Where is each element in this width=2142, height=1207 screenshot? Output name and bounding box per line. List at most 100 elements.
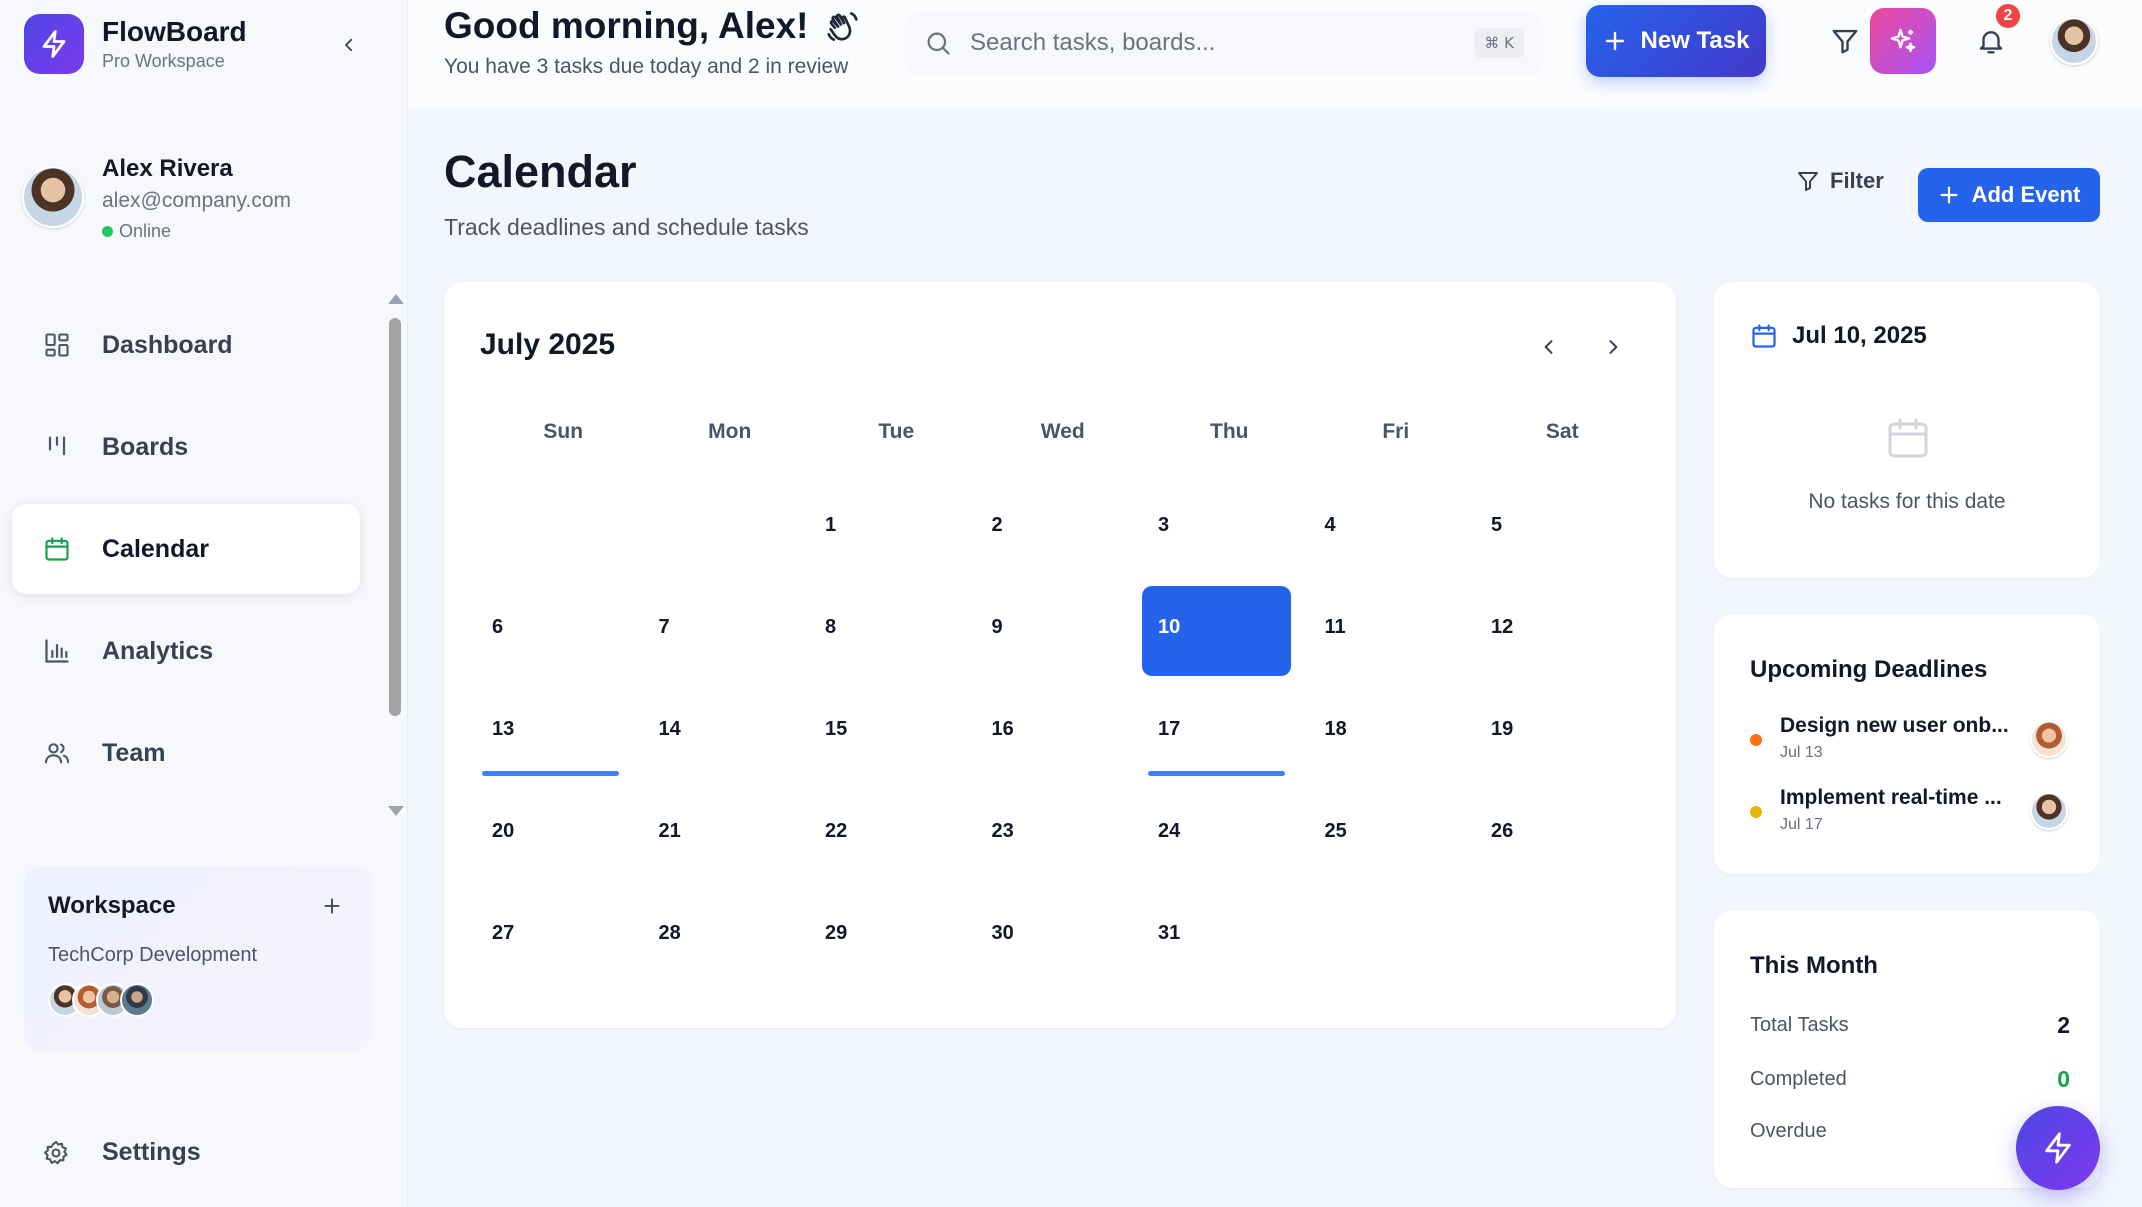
day-cell[interactable]: 27 bbox=[476, 890, 639, 984]
weekday-label: Thu bbox=[1210, 420, 1249, 443]
day-cell[interactable]: 20 bbox=[476, 788, 639, 882]
chevron-right-icon bbox=[1609, 340, 1618, 354]
add-workspace-button[interactable] bbox=[318, 892, 346, 920]
day-cell[interactable]: 21 bbox=[643, 788, 806, 882]
header-filter-button[interactable] bbox=[1812, 8, 1878, 74]
day-number: 25 bbox=[1324, 820, 1347, 842]
sidebar-scrollbar[interactable] bbox=[389, 318, 401, 716]
day-cell[interactable]: 26 bbox=[1475, 788, 1638, 882]
sidebar-item-settings[interactable]: Settings bbox=[42, 1138, 201, 1167]
day-cell[interactable]: 6 bbox=[476, 584, 639, 678]
search-bar[interactable]: ⌘ K bbox=[904, 12, 1544, 74]
day-cell[interactable]: 4 bbox=[1309, 482, 1472, 576]
collapse-sidebar-button[interactable] bbox=[334, 30, 364, 60]
priority-dot bbox=[1750, 734, 1762, 746]
day-number: 16 bbox=[991, 718, 1014, 740]
deadline-date: Jul 17 bbox=[1780, 816, 1823, 833]
search-shortcut-badge: ⌘ K bbox=[1474, 28, 1524, 58]
day-cell[interactable]: 12 bbox=[1475, 584, 1638, 678]
deadline-item[interactable]: Design new user onb... Jul 13 bbox=[1750, 714, 2070, 770]
day-number: 7 bbox=[658, 616, 670, 638]
sidebar-item-team[interactable]: Team bbox=[12, 708, 360, 798]
day-cell[interactable]: 31 bbox=[1142, 890, 1305, 984]
settings-label: Settings bbox=[102, 1138, 201, 1166]
sidebar-item-dashboard[interactable]: Dashboard bbox=[12, 300, 360, 390]
sidebar-item-boards[interactable]: Boards bbox=[12, 402, 360, 492]
day-number: 11 bbox=[1324, 616, 1346, 638]
workspace-members[interactable] bbox=[48, 983, 348, 1017]
day-cell[interactable]: 22 bbox=[809, 788, 972, 882]
calendar-icon bbox=[42, 534, 72, 564]
avatar bbox=[120, 983, 154, 1017]
day-cell[interactable]: 15 bbox=[809, 686, 972, 780]
day-cell[interactable]: 7 bbox=[643, 584, 806, 678]
user-profile[interactable]: Alex Rivera alex@company.com Online bbox=[22, 152, 291, 246]
day-cell[interactable]: 8 bbox=[809, 584, 972, 678]
day-cell[interactable]: 24 bbox=[1142, 788, 1305, 882]
day-number: 30 bbox=[991, 922, 1014, 944]
day-number: 24 bbox=[1158, 820, 1181, 842]
brand[interactable]: FlowBoard Pro Workspace bbox=[24, 14, 247, 74]
day-cell[interactable]: 23 bbox=[976, 788, 1139, 882]
ai-assistant-button[interactable] bbox=[1870, 8, 1936, 74]
plus-icon bbox=[1605, 31, 1624, 51]
day-cell[interactable]: 3 bbox=[1142, 482, 1305, 576]
day-cell[interactable]: 9 bbox=[976, 584, 1139, 678]
day-cell[interactable]: 29 bbox=[809, 890, 972, 984]
avatar bbox=[22, 166, 84, 228]
weekday-label: Sat bbox=[1545, 420, 1579, 443]
day-cell[interactable]: 19 bbox=[1475, 686, 1638, 780]
weekday-label: Mon bbox=[708, 420, 752, 443]
weekday-label: Tue bbox=[878, 420, 915, 443]
plus-icon bbox=[1940, 186, 1958, 204]
quick-action-button[interactable] bbox=[2016, 1106, 2100, 1190]
stat-value: 2 bbox=[2057, 1012, 2070, 1038]
greeting-subtitle: You have 3 tasks due today and 2 in revi… bbox=[444, 55, 849, 78]
day-cell[interactable]: 16 bbox=[976, 686, 1139, 780]
notifications-button[interactable]: 2 bbox=[1958, 2, 2024, 74]
day-number: 6 bbox=[492, 616, 504, 638]
stat-label: Overdue bbox=[1750, 1120, 1827, 1142]
avatar[interactable] bbox=[2050, 17, 2098, 65]
deadline-item[interactable]: Implement real-time ... Jul 17 bbox=[1750, 786, 2070, 842]
stat-label: Total Tasks bbox=[1750, 1014, 1849, 1036]
day-cell[interactable]: 28 bbox=[643, 890, 806, 984]
day-cell-selected[interactable]: 10 bbox=[1142, 586, 1291, 676]
new-task-label: New Task bbox=[1640, 27, 1750, 54]
day-cell[interactable]: 5 bbox=[1475, 482, 1638, 576]
stat-label: Completed bbox=[1750, 1068, 1847, 1090]
filter-button[interactable]: Filter bbox=[1796, 168, 1884, 194]
calendar-month-label: July 2025 bbox=[480, 328, 616, 361]
scroll-down-arrow[interactable] bbox=[388, 806, 404, 816]
calendar-icon bbox=[1752, 324, 1776, 348]
sidebar-item-label: Boards bbox=[102, 432, 189, 461]
calendar-grid: 1 2 3 4 5 6 7 8 9 10 11 12 13 14 15 16 17 18 19 20 21 22 23 24 2… bbox=[476, 478, 1646, 988]
day-number: 29 bbox=[825, 922, 848, 944]
next-month-button[interactable] bbox=[1596, 330, 1630, 364]
boards-icon bbox=[42, 432, 72, 462]
day-cell[interactable]: 17 bbox=[1142, 686, 1305, 780]
sidebar-item-calendar[interactable]: Calendar bbox=[12, 504, 360, 594]
workspace-card: Workspace TechCorp Development bbox=[24, 866, 372, 1051]
day-cell[interactable]: 18 bbox=[1309, 686, 1472, 780]
search-input[interactable] bbox=[970, 29, 1430, 57]
day-cell[interactable]: 2 bbox=[976, 482, 1139, 576]
day-cell[interactable]: 30 bbox=[976, 890, 1139, 984]
new-task-button[interactable]: New Task bbox=[1586, 5, 1766, 77]
bell-icon bbox=[1979, 31, 2003, 54]
add-event-button[interactable]: Add Event bbox=[1918, 168, 2100, 222]
scroll-up-arrow[interactable] bbox=[388, 294, 404, 304]
profile-status: Online bbox=[102, 216, 291, 246]
deadline-date: Jul 13 bbox=[1780, 744, 1823, 761]
day-number: 1 bbox=[825, 514, 837, 536]
sidebar-item-analytics[interactable]: Analytics bbox=[12, 606, 360, 696]
day-cell[interactable]: 11 bbox=[1309, 584, 1472, 678]
day-cell[interactable]: 14 bbox=[643, 686, 806, 780]
upcoming-deadlines-panel: Upcoming Deadlines Design new user onb..… bbox=[1714, 614, 2100, 874]
day-cell[interactable]: 25 bbox=[1309, 788, 1472, 882]
greeting: Good morning, Alex! You have 3 tasks due… bbox=[444, 2, 863, 84]
day-cell[interactable]: 13 bbox=[476, 686, 639, 780]
chevron-left-icon bbox=[1544, 340, 1553, 354]
previous-month-button[interactable] bbox=[1532, 330, 1566, 364]
day-cell[interactable]: 1 bbox=[809, 482, 972, 576]
